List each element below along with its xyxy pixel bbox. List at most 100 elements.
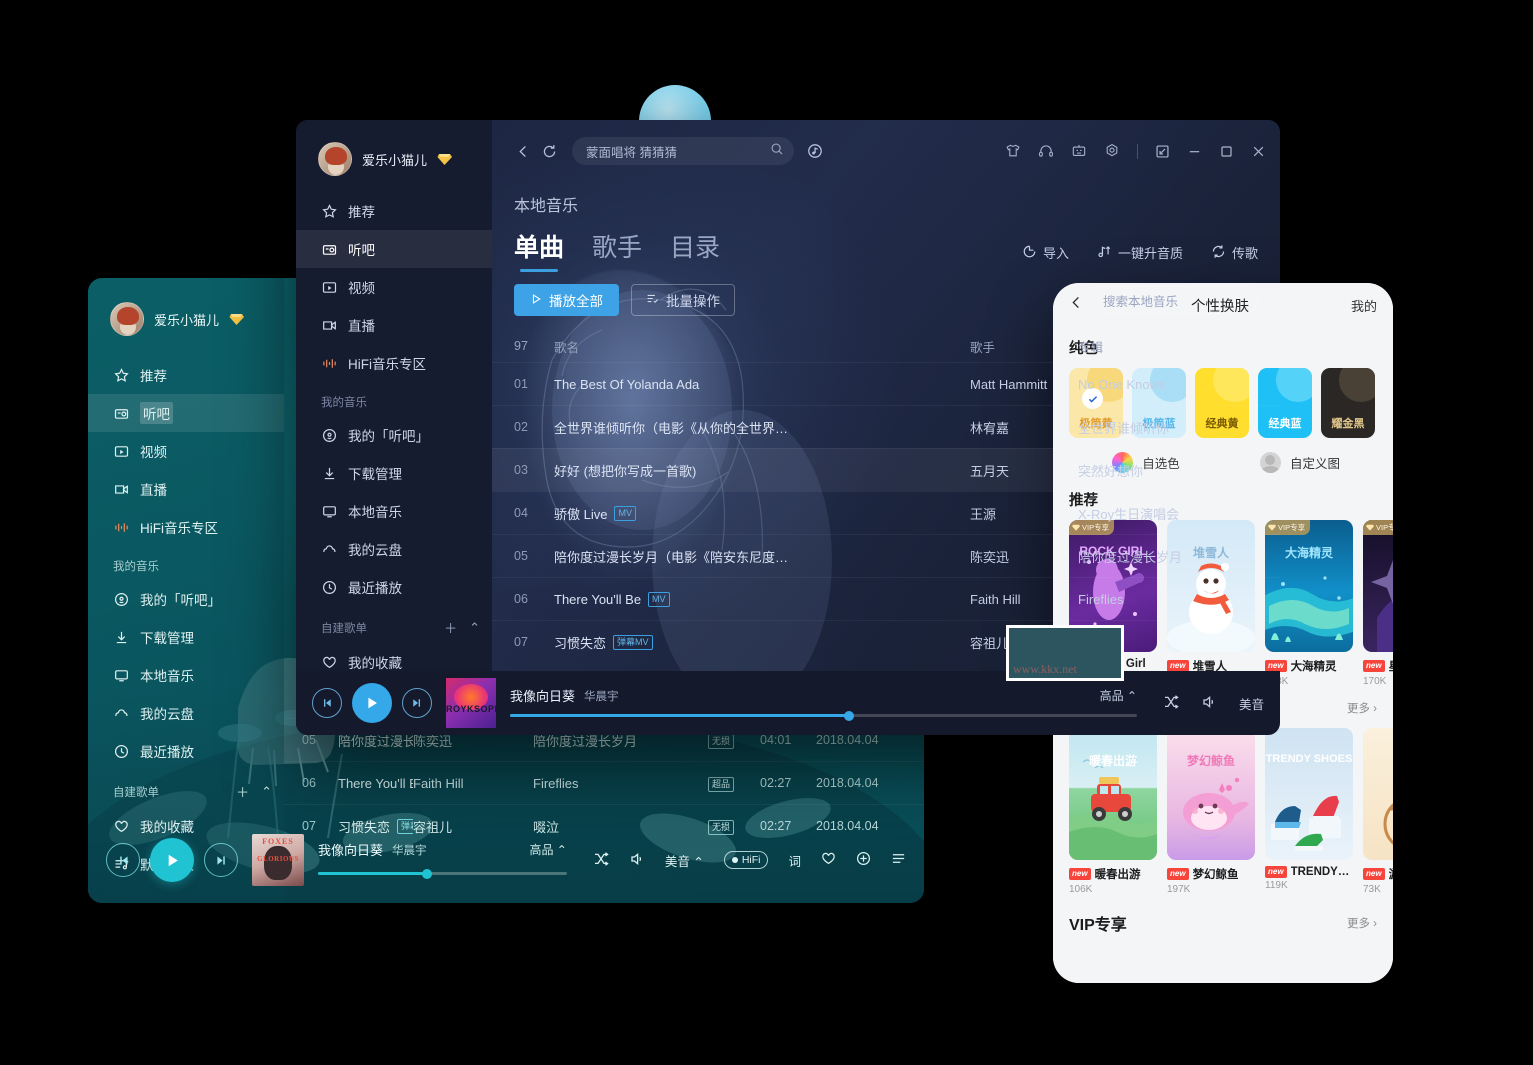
sidebar-item-recommend[interactable]: 推荐 <box>88 356 284 394</box>
sidebar-item-live[interactable]: 直播 <box>296 306 492 344</box>
progress-handle[interactable] <box>843 710 854 721</box>
batch-operate-button[interactable]: 批量操作 <box>631 284 735 316</box>
favorite-icon[interactable] <box>821 851 836 869</box>
table-row[interactable]: 06 There You'll BeMV Faith Hill Fireflie… <box>492 577 1280 620</box>
back-profile[interactable]: 爱乐小猫儿 <box>88 278 284 336</box>
skin-tshirt-icon[interactable] <box>1005 143 1021 159</box>
headphones-icon[interactable] <box>1038 143 1054 159</box>
quality-selector[interactable]: 高品 ⌃ <box>529 841 566 858</box>
beauty-sound-button[interactable]: 美音 ⌃ <box>665 851 704 870</box>
more-icon[interactable] <box>856 851 871 869</box>
queue-icon[interactable] <box>891 851 906 869</box>
search-icon[interactable] <box>770 142 784 161</box>
front-titlebar[interactable] <box>492 120 1280 182</box>
back-player-tools[interactable]: 美音 ⌃ HiFi 词 <box>593 851 906 870</box>
mv-badge[interactable]: 弹幕MV <box>613 634 653 650</box>
color-card-4[interactable]: 耀金黑 <box>1321 368 1375 438</box>
tab-bar[interactable]: 单曲 歌手 目录 导入 一键升音质 传歌 <box>492 216 1280 274</box>
music-disc-icon[interactable] <box>802 138 828 164</box>
add-playlist-icon[interactable]: ＋ <box>236 782 249 801</box>
table-row[interactable]: 05 陪你度过漫长岁月（电影《陪安东尼度… 陈奕迅 陪你度过漫长岁月 <box>492 534 1280 577</box>
front-music-window[interactable]: 爱乐小猫儿 推荐 听吧 视频 直播 HiFi音乐专区 我的音乐 我的「听吧」 下… <box>296 120 1280 735</box>
table-row[interactable]: 03 好好 (想把你写成一首歌) 五月天 突然好想你 <box>492 448 1280 491</box>
sidebar-item-listen[interactable]: 听吧 <box>296 230 492 268</box>
chevron-up-icon[interactable]: ⌃ <box>469 620 480 636</box>
avatar[interactable] <box>318 142 352 176</box>
add-playlist-icon[interactable]: ＋ <box>444 618 457 637</box>
sidebar-item-local-music[interactable]: 本地音乐 <box>88 656 284 694</box>
my-skins-button[interactable]: 我的 <box>1351 296 1377 315</box>
import-button[interactable]: 导入 <box>1022 243 1069 262</box>
mini-mode-icon[interactable] <box>1155 144 1170 159</box>
close-icon[interactable] <box>1251 144 1266 159</box>
back-nav[interactable]: 推荐 听吧 视频 直播 HiFi音乐专区 <box>88 356 284 546</box>
beauty-sound-button[interactable]: 美音 <box>1239 694 1264 713</box>
volume-icon[interactable] <box>629 851 645 870</box>
play-all-button[interactable]: 播放全部 <box>514 284 619 316</box>
next-button[interactable] <box>204 843 238 877</box>
table-row[interactable]: 06 There You'll BeMV Faith Hill Fireflie… <box>284 761 924 804</box>
album-cover[interactable]: FOXES GLORIOUS <box>252 834 304 886</box>
volume-icon[interactable] <box>1201 694 1217 713</box>
sidebar-item-video[interactable]: 视频 <box>88 432 284 470</box>
play-button[interactable] <box>150 838 194 882</box>
transfer-songs-button[interactable]: 传歌 <box>1211 243 1258 262</box>
sidebar-item-cloud[interactable]: 我的云盘 <box>296 530 492 568</box>
free-card-list[interactable]: 暖春出游 new 暖春出游 106K 梦幻鲸鱼 new 梦幻鲸鱼 197K TR… <box>1053 726 1393 895</box>
album-cover[interactable]: ROYKSOPP <box>446 678 496 728</box>
mv-badge[interactable]: MV <box>614 505 636 521</box>
next-button[interactable] <box>402 688 432 718</box>
sidebar-item-hifi[interactable]: HiFi音乐专区 <box>88 508 284 546</box>
skin-card[interactable]: 游 new 游 73K <box>1363 728 1393 895</box>
front-player-tools[interactable]: 美音 <box>1163 694 1264 713</box>
lyrics-icon[interactable]: 词 <box>788 851 801 870</box>
shuffle-icon[interactable] <box>1163 694 1179 713</box>
sidebar-item-local-music[interactable]: 本地音乐 <box>296 492 492 530</box>
front-nav[interactable]: 推荐 听吧 视频 直播 HiFi音乐专区 <box>296 192 492 382</box>
skin-card[interactable]: TRENDY SHOES new TRENDY… 119K <box>1265 728 1353 895</box>
minimize-icon[interactable] <box>1187 144 1202 159</box>
front-song-list[interactable]: 01 The Best Of Yolanda Ada Matt Hammitt … <box>492 362 1280 663</box>
sidebar-item-video[interactable]: 视频 <box>296 268 492 306</box>
quality-selector[interactable]: 高品 ⌃ <box>1100 687 1137 704</box>
avatar[interactable] <box>110 302 144 336</box>
table-row[interactable]: 01 The Best Of Yolanda Ada Matt Hammitt … <box>492 362 1280 405</box>
skin-card[interactable]: 暖春出游 new 暖春出游 106K <box>1069 728 1157 895</box>
sidebar-item-recent[interactable]: 最近播放 <box>296 568 492 606</box>
sidebar-item-hifi[interactable]: HiFi音乐专区 <box>296 344 492 382</box>
progress-bar[interactable] <box>318 868 567 879</box>
sidebar-item-my-listen[interactable]: 我的「听吧」 <box>296 416 492 454</box>
car-robot-icon[interactable] <box>1071 143 1087 159</box>
sidebar-item-my-listen[interactable]: 我的「听吧」 <box>88 580 284 618</box>
hifi-toggle[interactable]: HiFi <box>723 851 769 869</box>
titlebar-actions[interactable] <box>1005 143 1266 159</box>
table-row[interactable]: 04 骄傲 Live MV 王源 X-Roy生日演唱会 <box>492 491 1280 534</box>
front-profile[interactable]: 爱乐小猫儿 <box>296 120 492 176</box>
back-sidebar[interactable]: 爱乐小猫儿 推荐 听吧 视频 直播 HiFi音乐专区 我的音乐 我的「听吧」 下… <box>88 278 284 903</box>
play-button[interactable] <box>352 683 392 723</box>
table-row[interactable]: 02 全世界谁倾听你（电影《从你的全世界… 林宥嘉 全世界谁倾听你 <box>492 405 1280 448</box>
search-input[interactable] <box>586 144 770 158</box>
sidebar-item-recent[interactable]: 最近播放 <box>88 732 284 770</box>
front-sidebar[interactable]: 爱乐小猫儿 推荐 听吧 视频 直播 HiFi音乐专区 我的音乐 我的「听吧」 下… <box>296 120 492 735</box>
previous-button[interactable] <box>312 688 342 718</box>
tab-artists[interactable]: 歌手 <box>592 228 642 274</box>
mv-badge[interactable]: MV <box>648 591 670 607</box>
sidebar-item-live[interactable]: 直播 <box>88 470 284 508</box>
sidebar-item-downloads[interactable]: 下载管理 <box>296 454 492 492</box>
free-more-link[interactable]: 更多 › <box>1347 700 1377 716</box>
sidebar-item-listen[interactable]: 听吧 <box>88 394 284 432</box>
shuffle-icon[interactable] <box>593 851 609 870</box>
chevron-left-icon[interactable] <box>510 138 536 164</box>
previous-button[interactable] <box>106 843 140 877</box>
upgrade-quality-button[interactable]: 一键升音质 <box>1097 243 1183 262</box>
sidebar-item-downloads[interactable]: 下载管理 <box>88 618 284 656</box>
gear-icon[interactable] <box>1104 143 1120 159</box>
sidebar-item-cloud[interactable]: 我的云盘 <box>88 694 284 732</box>
table-row[interactable]: 07 习惯失恋弹幕MV 容祖儿 啜泣 <box>492 620 1280 663</box>
search-local-input[interactable]: 搜索本地音乐 <box>1090 286 1258 314</box>
progress-bar[interactable] <box>510 710 1137 721</box>
progress-handle[interactable] <box>422 868 433 879</box>
sidebar-item-recommend[interactable]: 推荐 <box>296 192 492 230</box>
front-player-bar[interactable]: ROYKSOPP 我像向日葵 华晨宇 高品 ⌃ 美音 <box>296 671 1280 735</box>
